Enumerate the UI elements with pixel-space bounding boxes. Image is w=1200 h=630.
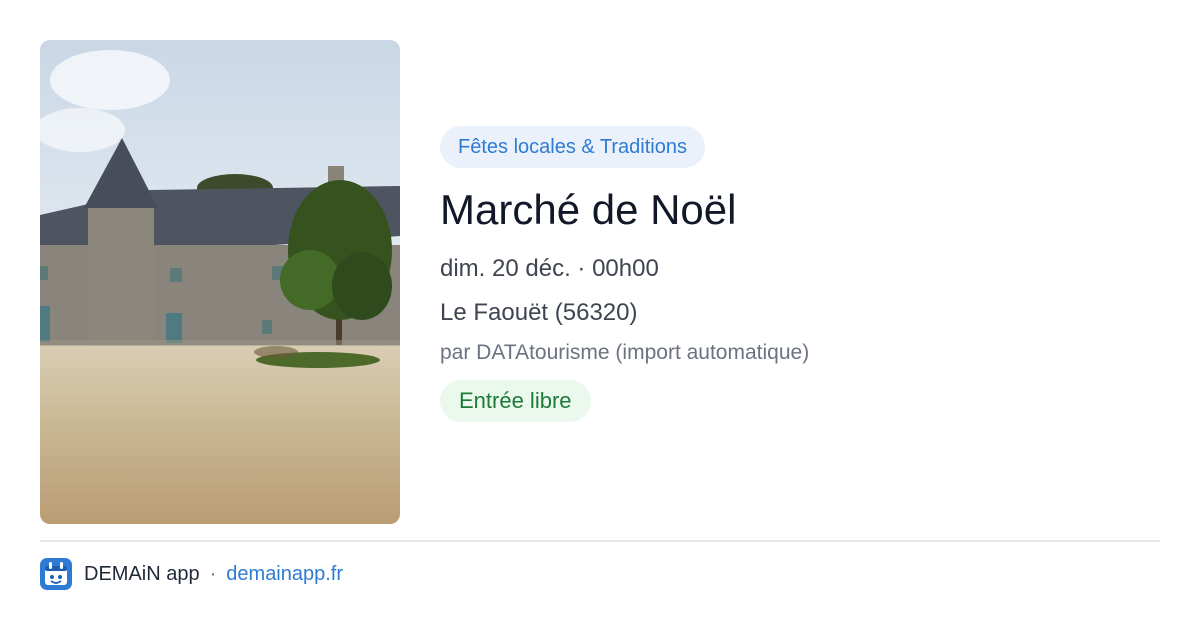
demain-app-logo-icon	[40, 558, 72, 590]
event-title: Marché de Noël	[440, 186, 737, 233]
price-badge: Entrée libre	[440, 380, 591, 422]
footer: DEMAiN app · demainapp.fr	[40, 558, 343, 590]
event-source: par DATAtourisme (import automatique)	[440, 341, 810, 364]
event-location: Le Faouët (56320)	[440, 299, 638, 326]
event-info: Fêtes locales & Traditions Marché de Noë…	[440, 126, 1160, 422]
category-badge[interactable]: Fêtes locales & Traditions	[440, 126, 705, 168]
footer-divider	[40, 540, 1160, 542]
footer-separator: ·	[209, 562, 217, 585]
event-photo	[40, 40, 400, 524]
event-datetime: dim. 20 déc. · 00h00	[440, 255, 659, 282]
app-name: DEMAiN app	[84, 562, 200, 585]
event-card: Fêtes locales & Traditions Marché de Noë…	[0, 0, 1200, 630]
domain-link[interactable]: demainapp.fr	[226, 563, 343, 586]
